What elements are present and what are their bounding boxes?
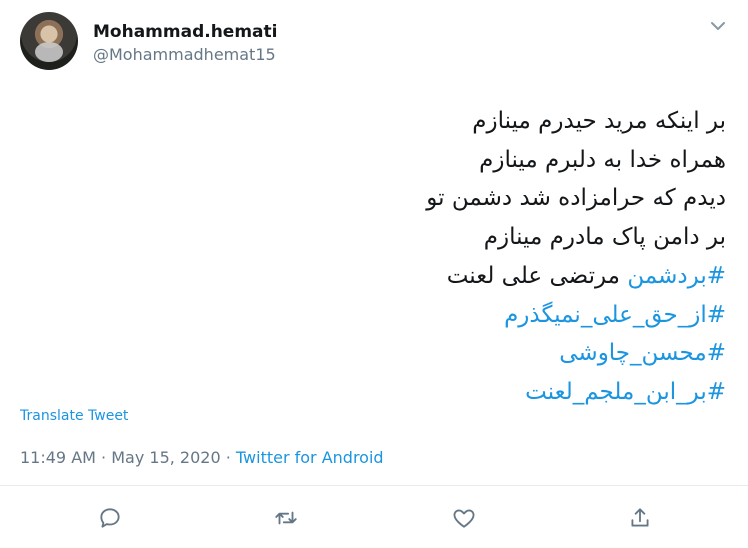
divider	[0, 485, 748, 486]
share-icon[interactable]	[627, 505, 653, 531]
meta-separator: ·	[220, 448, 236, 467]
avatar[interactable]	[20, 12, 78, 70]
translate-tweet-link[interactable]: Translate Tweet	[20, 408, 128, 424]
tweet-line: بر اینکه مرید حیدرم مینازم	[472, 108, 726, 134]
avatar-beard	[35, 42, 63, 62]
hashtag-link[interactable]: #بردشمن	[627, 263, 726, 289]
hashtag-link[interactable]: #محسن_چاوشی	[559, 340, 726, 366]
tweet-line: بر دامن پاک مادرم مینازم	[483, 224, 726, 251]
user-handle[interactable]: @Mohammadhemat15	[93, 45, 276, 64]
tweet-line: #بردشمن مرتضی علی لعنت	[86, 257, 726, 296]
tweet-source[interactable]: Twitter for Android	[236, 448, 384, 467]
tweet-line-text: مرتضی علی لعنت	[446, 262, 628, 289]
tweet-text: بر اینکه مرید حیدرم مینازم همراه خدا به …	[86, 102, 726, 412]
hashtag-link[interactable]: #بر_ابن_ملجم_لعنت	[525, 379, 726, 405]
chevron-down-icon[interactable]	[706, 14, 730, 38]
tweet-line: همراه خدا به دلبرم مینازم	[479, 146, 726, 173]
reply-icon[interactable]	[97, 505, 123, 531]
like-icon[interactable]	[451, 505, 477, 531]
tweet-time[interactable]: 11:49 AM	[20, 448, 96, 467]
meta-separator: ·	[95, 448, 112, 467]
hashtag-link[interactable]: #از_حق_علی_نمیگذرم	[504, 302, 726, 328]
user-name[interactable]: Mohammad.hemati	[93, 22, 277, 42]
tweet-line: دیدم که حرامزاده شد دشمن تو	[426, 185, 726, 212]
retweet-icon[interactable]	[273, 505, 299, 531]
tweet-meta: 11:49 AM · May 15, 2020 · Twitter for An…	[20, 448, 384, 467]
tweet-date[interactable]: May 15, 2020	[111, 448, 220, 467]
